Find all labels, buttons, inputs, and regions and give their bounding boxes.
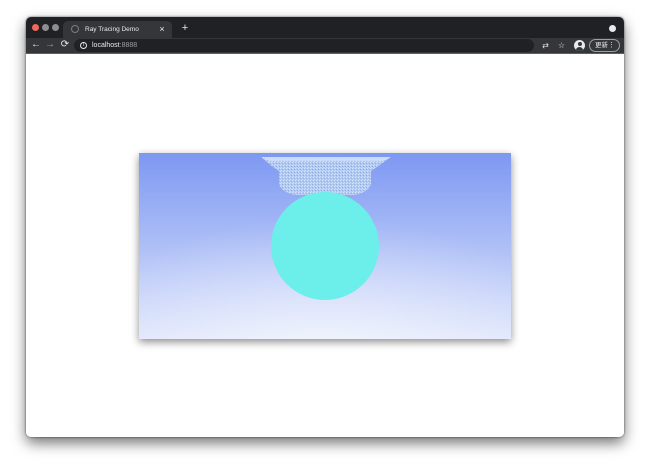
url-host: localhost (92, 42, 120, 49)
url-port: :8888 (119, 42, 138, 49)
account-indicator-icon[interactable] (609, 25, 616, 32)
window-minimize-button[interactable] (42, 24, 49, 31)
globe-icon (71, 25, 79, 33)
ray-traced-scene (139, 153, 511, 339)
update-button[interactable]: 更新 ⋮ (589, 39, 620, 52)
ground-sphere-rim (261, 157, 391, 161)
url-text: localhost:8888 (92, 40, 137, 51)
avatar-shoulders (576, 47, 583, 51)
browser-window: Ray Tracing Demo × + ← → ⟳ i localhost:8… (26, 17, 624, 437)
window-close-button[interactable] (32, 24, 39, 31)
profile-avatar-icon[interactable] (574, 40, 585, 51)
ray-tracing-canvas[interactable] (139, 153, 511, 339)
tab-title: Ray Tracing Demo (85, 26, 139, 33)
page-viewport (26, 54, 624, 437)
translate-icon[interactable]: ⇄ (540, 40, 551, 51)
tab-ray-tracing-demo[interactable]: Ray Tracing Demo × (63, 21, 172, 38)
browser-toolbar: ← → ⟳ i localhost:8888 ⇄ ☆ 更新 ⋮ (26, 38, 624, 54)
window-zoom-button[interactable] (52, 24, 59, 31)
info-icon[interactable]: i (80, 42, 87, 49)
address-bar[interactable]: i localhost:8888 (74, 39, 534, 52)
bookmark-star-icon[interactable]: ☆ (556, 40, 567, 51)
cyan-sphere (271, 192, 379, 300)
forward-button[interactable]: → (44, 39, 56, 51)
more-menu-icon[interactable]: ⋮ (608, 40, 615, 51)
avatar-head (577, 42, 582, 46)
new-tab-button[interactable]: + (179, 22, 191, 34)
close-icon[interactable]: × (157, 24, 167, 34)
reload-button[interactable]: ⟳ (59, 39, 71, 51)
back-button[interactable]: ← (30, 39, 42, 51)
tab-strip: Ray Tracing Demo × + (26, 17, 624, 38)
update-label: 更新 (595, 42, 608, 49)
